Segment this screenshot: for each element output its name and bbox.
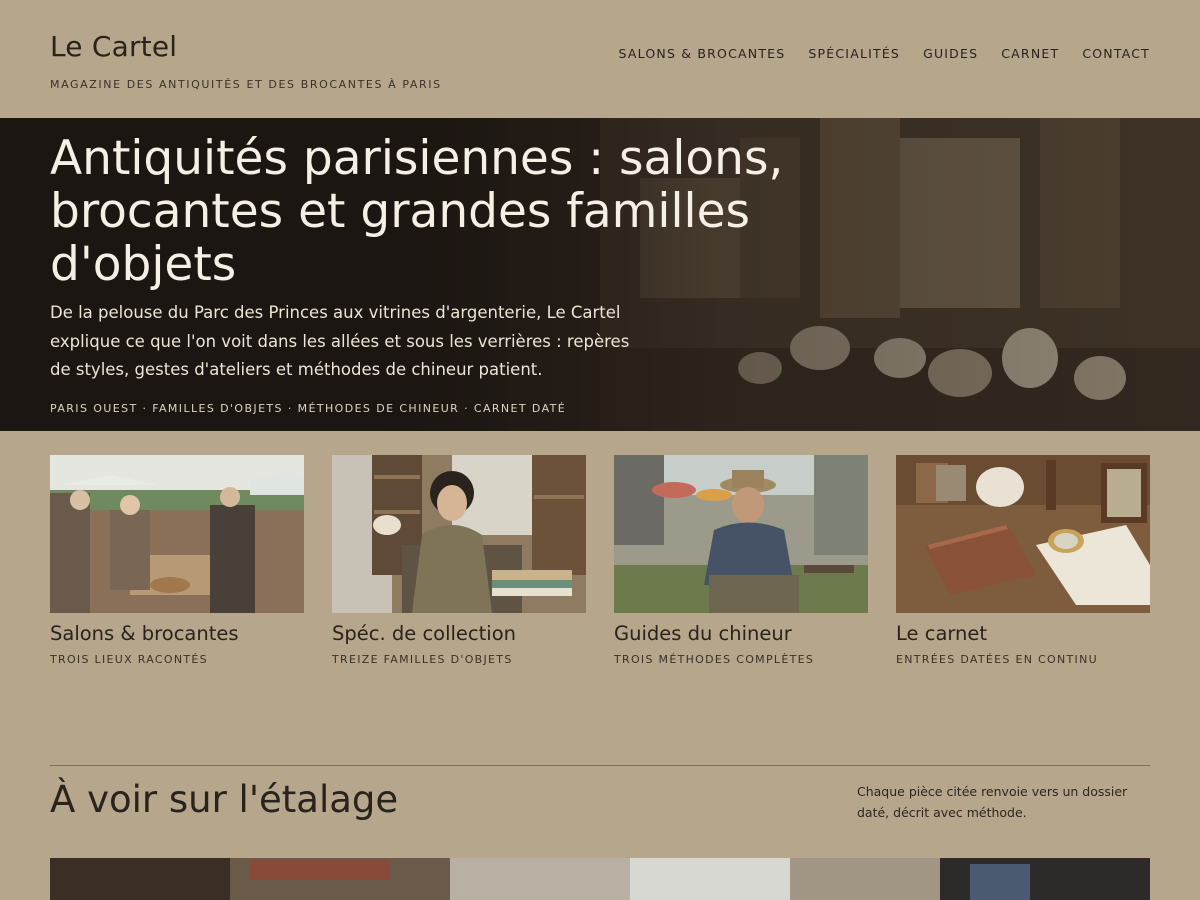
- card-title[interactable]: Spéc. de collection: [332, 622, 516, 645]
- hero-title: Antiquités parisiennes : salons, brocant…: [50, 131, 784, 292]
- nav-item-contact[interactable]: CONTACT: [1082, 46, 1150, 61]
- nav-item-guides[interactable]: GUIDES: [923, 46, 978, 61]
- card-image-market[interactable]: [50, 455, 304, 613]
- hero-tags: PARIS OUEST · FAMILLES D'OBJETS · MÉTHOD…: [50, 402, 567, 415]
- card-image-bargain-hunter[interactable]: [614, 455, 868, 613]
- card-salons-brocantes[interactable]: Salons & brocantes TROIS LIEUX RACONTÉS: [50, 455, 304, 666]
- card-guides[interactable]: Guides du chineur TROIS MÉTHODES COMPLÈT…: [614, 455, 868, 666]
- card-carnet[interactable]: Le carnet ENTRÉES DATÉES EN CONTINU: [896, 455, 1150, 666]
- hero-banner: Antiquités parisiennes : salons, brocant…: [0, 118, 1200, 431]
- section-title: À voir sur l'étalage: [50, 778, 399, 821]
- street-photo: [50, 858, 1150, 900]
- card-subtitle: TREIZE FAMILLES D'OBJETS: [332, 653, 513, 666]
- category-cards: Salons & brocantes TROIS LIEUX RACONTÉS …: [50, 455, 1150, 675]
- nav-item-carnet[interactable]: CARNET: [1001, 46, 1059, 61]
- section-note: Chaque pièce citée renvoie vers un dossi…: [857, 784, 1128, 820]
- site-tagline: MAGAZINE DES ANTIQUITÉS ET DES BROCANTES…: [50, 78, 442, 91]
- site-title[interactable]: Le Cartel: [50, 30, 177, 63]
- card-image-collector[interactable]: [332, 455, 586, 613]
- card-title[interactable]: Guides du chineur: [614, 622, 792, 645]
- card-image-notebook[interactable]: [896, 455, 1150, 613]
- card-specialites[interactable]: Spéc. de collection TREIZE FAMILLES D'OB…: [332, 455, 586, 666]
- card-subtitle: ENTRÉES DATÉES EN CONTINU: [896, 653, 1098, 666]
- featured-image-street[interactable]: [50, 858, 1150, 900]
- card-title[interactable]: Le carnet: [896, 622, 987, 645]
- card-title[interactable]: Salons & brocantes: [50, 622, 239, 645]
- main-nav: SALONS & BROCANTES SPÉCIALITÉS GUIDES CA…: [619, 46, 1150, 61]
- card-subtitle: TROIS LIEUX RACONTÉS: [50, 653, 208, 666]
- nav-item-specialites[interactable]: SPÉCIALITÉS: [808, 46, 900, 61]
- card-subtitle: TROIS MÉTHODES COMPLÈTES: [614, 653, 815, 666]
- hero-description: De la pelouse du Parc des Princes aux vi…: [50, 303, 630, 379]
- site-header: Le Cartel MAGAZINE DES ANTIQUITÉS ET DES…: [0, 0, 1200, 118]
- section-divider: [50, 765, 1150, 766]
- nav-item-salons-brocantes[interactable]: SALONS & BROCANTES: [619, 46, 786, 61]
